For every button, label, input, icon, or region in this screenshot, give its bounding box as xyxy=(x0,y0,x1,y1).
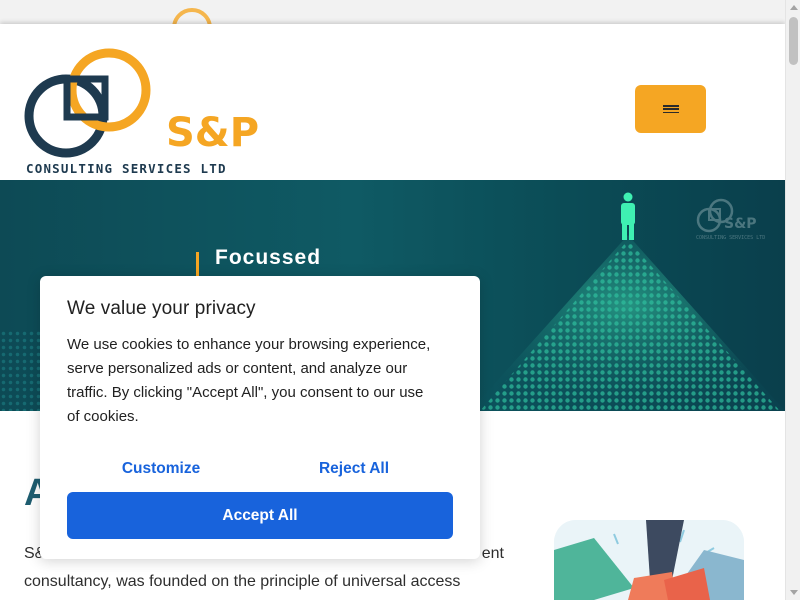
team-hands-image xyxy=(554,520,744,600)
page-scrollbar[interactable] xyxy=(785,0,800,600)
hero-watermark-logo: S&P CONSULTING SERVICES LTD xyxy=(696,196,776,248)
faded-logo-ring xyxy=(172,8,212,24)
hamburger-menu-icon xyxy=(662,105,679,113)
logo-mark-icon xyxy=(24,48,151,158)
logo-tagline: CONSULTING SERVICES LTD xyxy=(26,161,227,176)
site-logo[interactable]: S&P CONSULTING SERVICES LTD xyxy=(24,36,259,180)
cookie-body-line: of cookies. xyxy=(67,408,139,425)
customize-button[interactable]: Customize xyxy=(94,454,228,484)
scrollbar-thumb[interactable] xyxy=(789,17,798,65)
scroll-up-arrow-icon[interactable] xyxy=(786,0,800,15)
team-hands-illustration xyxy=(554,520,744,600)
cookie-body-line: serve personalized ads or content, and a… xyxy=(67,360,408,377)
reject-all-button[interactable]: Reject All xyxy=(286,454,422,484)
about-paragraph-line-2: consultancy, was founded on the principl… xyxy=(24,573,461,590)
hero-title: Focussed xyxy=(215,246,322,269)
about-line-1-end: ent xyxy=(481,545,504,562)
hero-watermark-tagline: CONSULTING SERVICES LTD xyxy=(696,235,766,241)
logo-wordmark: S&P xyxy=(166,110,260,156)
cookie-body-line: traffic. By clicking "Accept All", you c… xyxy=(67,384,424,401)
site-header: S&P CONSULTING SERVICES LTD xyxy=(0,24,785,180)
menu-toggle-button[interactable] xyxy=(635,85,706,133)
hero-watermark-wordmark: S&P xyxy=(724,216,757,232)
cookie-dialog-body: We use cookies to enhance your browsing … xyxy=(67,333,457,429)
cookie-consent-dialog: We value your privacy We use cookies to … xyxy=(40,276,480,559)
page-viewport: S&P CONSULTING SERVICES LTD Focussed S&P… xyxy=(0,0,800,600)
accept-all-button[interactable]: Accept All xyxy=(67,492,453,539)
previous-page-strip xyxy=(0,0,785,24)
scroll-down-arrow-icon[interactable] xyxy=(786,585,800,600)
cookie-body-line: We use cookies to enhance your browsing … xyxy=(67,336,431,353)
cookie-dialog-title: We value your privacy xyxy=(67,298,256,319)
